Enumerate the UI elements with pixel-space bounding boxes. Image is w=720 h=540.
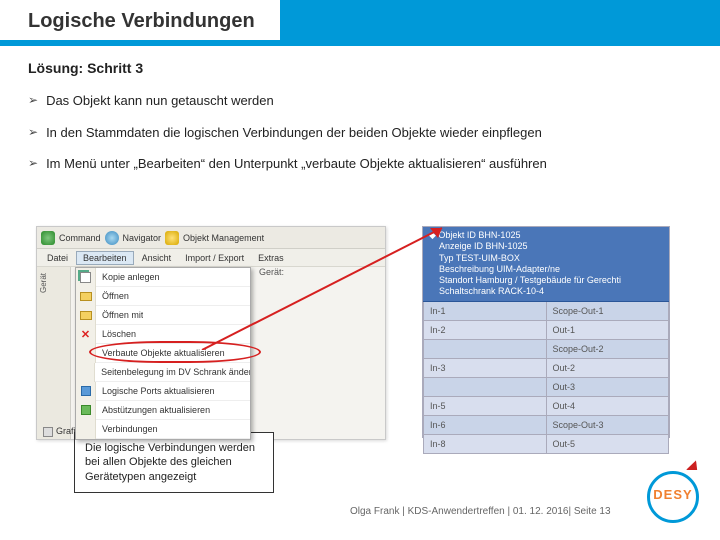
embedded-screenshot: Command Navigator Objekt Management Date… [36,226,676,444]
app-window: Command Navigator Objekt Management Date… [36,226,386,440]
menu-item-update-supports[interactable]: Abstützungen aktualisieren [76,401,250,420]
port-row: In-1Scope-Out-1 [423,302,669,321]
blue-icon [81,386,91,396]
command-icon [41,231,55,245]
side-tab-label[interactable]: Gerät [37,267,50,299]
port-row: In-6Scope-Out-3 [423,416,669,435]
bullet-arrow-icon: ➢ [28,92,38,110]
menu-item-copy[interactable]: Kopie anlegen [76,268,250,287]
folder-icon [80,292,92,301]
side-tabs: Gerät [37,267,71,439]
bullet-list: ➢ Das Objekt kann nun getauscht werden ➢ I… [28,92,688,187]
object-info-panel: ◆ Objekt ID BHN-1025 Anzeige ID BHN-1025… [422,226,670,438]
port-row: In-5Out-4 [423,397,669,416]
page-title: Logische Verbindungen [28,10,265,33]
port-row: Out-3 [423,378,669,397]
menu-item-open-with[interactable]: Öffnen mit [76,306,250,325]
bullet-arrow-icon: ➢ [28,124,38,142]
port-row: Scope-Out-2 [423,340,669,359]
folder-icon [80,311,92,320]
footer-text: Olga Frank | KDS-Anwendertreffen | 01. 1… [350,506,611,517]
menu-ansicht[interactable]: Ansicht [136,252,178,264]
bullet-text: In den Stammdaten die logischen Verbindu… [46,124,542,142]
toolbar-objmgmt[interactable]: Objekt Management [183,233,264,243]
menu-import-export[interactable]: Import / Export [179,252,250,264]
bullet-arrow-icon: ➢ [28,155,38,173]
menu-bearbeiten[interactable]: Bearbeiten [76,251,134,265]
globe-icon [105,231,119,245]
highlight-oval [89,341,261,363]
toolbar: Command Navigator Objekt Management [37,227,385,249]
toolbar-command[interactable]: Command [59,233,101,243]
menubar: Datei Bearbeiten Ansicht Import / Export… [37,249,385,267]
port-row: In-8Out-5 [423,435,669,454]
copy-icon [80,272,91,283]
panel-header: ◆ Objekt ID BHN-1025 Anzeige ID BHN-1025… [423,227,669,302]
field-label: Gerät: [259,267,284,277]
port-row: In-2Out-1 [423,321,669,340]
desy-logo: DESY [644,468,702,526]
toolbar-navigator[interactable]: Navigator [123,233,162,243]
bullet-text: Das Objekt kann nun getauscht werden [46,92,274,110]
port-row: In-3Out-2 [423,359,669,378]
menu-item-change-side[interactable]: Seitenbelegung im DV Schrank ändern [76,363,250,382]
menu-item-open[interactable]: Öffnen [76,287,250,306]
menu-datei[interactable]: Datei [41,252,74,264]
green-icon [81,405,91,415]
menu-item-connections[interactable]: Verbindungen [76,420,250,439]
bullet-text: Im Menü unter „Bearbeiten“ den Unterpunk… [46,155,547,173]
menu-item-update-ports[interactable]: Logische Ports aktualisieren [76,382,250,401]
delete-icon: ✕ [81,328,90,341]
objmgmt-icon [165,231,179,245]
menu-extras[interactable]: Extras [252,252,290,264]
santa-hat-icon [684,462,704,476]
callout-box: Die logische Verbindungen werden bei all… [74,432,274,493]
subtitle: Lösung: Schritt 3 [28,60,143,76]
